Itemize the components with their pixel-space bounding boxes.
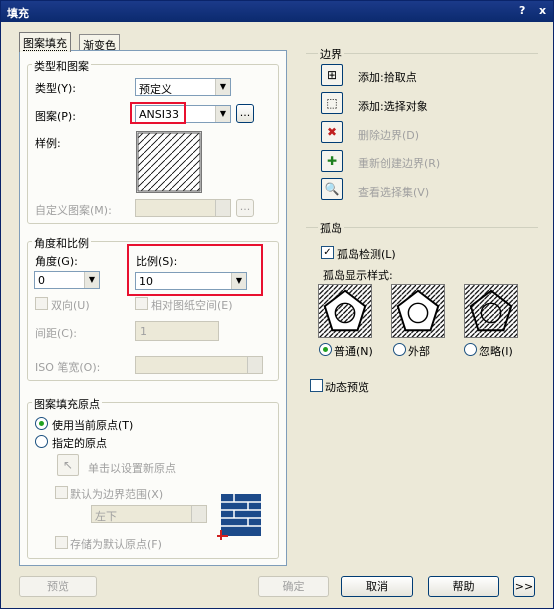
island-normal-preview[interactable]: [318, 284, 372, 338]
island-detect-label: 孤岛检测(L): [337, 248, 396, 261]
chevron-down-icon: [247, 357, 262, 373]
ok-button[interactable]: 确定: [258, 576, 329, 597]
select-objects-icon: ⬚: [326, 96, 338, 110]
relative-paper-checkbox[interactable]: [135, 297, 148, 310]
custom-pattern-label: 自定义图案(M):: [35, 204, 112, 217]
dynamic-preview-label: 动态预览: [325, 381, 369, 394]
sample-label: 样例:: [35, 137, 61, 150]
double-label: 双向(U): [51, 299, 90, 312]
chevron-down-icon: ▼: [215, 106, 230, 122]
add-select-objects-label: 添加:选择对象: [358, 100, 428, 113]
spacing-input[interactable]: 1: [135, 321, 219, 341]
chevron-down-icon: ▼: [215, 79, 230, 95]
search-icon: 🔍: [324, 182, 340, 196]
pattern-highlight-box: [130, 102, 186, 124]
store-default-label: 存储为默认原点(F): [70, 538, 162, 551]
preview-button[interactable]: 预览: [19, 576, 97, 597]
island-outer-preview[interactable]: [391, 284, 445, 338]
island-normal-radio[interactable]: [319, 343, 332, 356]
custom-pattern-select[interactable]: [135, 199, 231, 217]
default-extents-checkbox[interactable]: [55, 486, 68, 499]
remove-icon: ✖: [326, 125, 338, 139]
click-set-origin-button[interactable]: ↖: [57, 454, 79, 476]
recreate-icon: ✚: [326, 154, 338, 168]
use-current-origin-label: 使用当前原点(T): [52, 419, 134, 432]
specified-origin-label: 指定的原点: [52, 437, 107, 450]
island-outer-label: 外部: [408, 345, 430, 358]
help-button[interactable]: 帮助: [428, 576, 499, 597]
scale-select[interactable]: 10 ▼: [135, 272, 247, 290]
remove-boundaries-button[interactable]: ✖: [321, 121, 343, 143]
store-default-checkbox[interactable]: [55, 536, 68, 549]
custom-browse-button[interactable]: ...: [236, 199, 254, 217]
remove-boundaries-label: 删除边界(D): [358, 129, 420, 142]
pattern-browse-button[interactable]: ...: [236, 104, 254, 123]
pattern-label: 图案(P):: [35, 110, 76, 123]
origin-preview-icon: [217, 494, 261, 540]
island-normal-label: 普通(N): [334, 345, 373, 358]
more-options-button[interactable]: >>: [513, 576, 535, 597]
iso-pen-select[interactable]: [135, 356, 263, 374]
boundaries-legend: 边界: [318, 46, 344, 62]
default-extents-label: 默认为边界范围(X): [70, 488, 164, 501]
island-detect-checkbox[interactable]: ✓: [321, 246, 334, 259]
specified-origin-radio[interactable]: [35, 435, 48, 448]
island-style-label: 孤岛显示样式:: [323, 269, 393, 282]
angle-scale-legend: 角度和比例: [32, 235, 91, 251]
view-selections-button[interactable]: 🔍: [321, 178, 343, 200]
cancel-button[interactable]: 取消: [341, 576, 413, 597]
chevron-down-icon: ▼: [84, 272, 99, 288]
islands-legend: 孤岛: [318, 220, 344, 236]
add-select-objects-button[interactable]: ⬚: [321, 92, 343, 114]
chevron-down-icon: [191, 506, 206, 522]
type-pattern-legend: 类型和图案: [32, 58, 91, 74]
double-checkbox[interactable]: [35, 297, 48, 310]
chevron-down-icon: [215, 200, 230, 216]
spacing-label: 间距(C):: [35, 327, 77, 340]
recreate-boundary-label: 重新创建边界(R): [358, 157, 441, 170]
view-selections-label: 查看选择集(V): [358, 186, 430, 199]
iso-pen-label: ISO 笔宽(O):: [35, 361, 101, 374]
origin-position-select[interactable]: 左下: [91, 505, 207, 523]
chevron-down-icon: ▼: [231, 273, 246, 289]
island-ignore-radio[interactable]: [464, 343, 477, 356]
help-icon[interactable]: ?: [519, 4, 525, 17]
type-select[interactable]: 预定义 ▼: [135, 78, 231, 96]
relative-paper-label: 相对图纸空间(E): [151, 299, 233, 312]
pattern-sample-swatch[interactable]: [136, 131, 202, 193]
island-ignore-label: 忽略(I): [479, 345, 513, 358]
window-title: 填充: [7, 7, 29, 20]
title-bar: 填充 ? x: [1, 1, 553, 22]
angle-select[interactable]: 0 ▼: [34, 271, 100, 289]
dynamic-preview-checkbox[interactable]: [310, 379, 323, 392]
island-outer-radio[interactable]: [393, 343, 406, 356]
tab-hatch[interactable]: 图案填充: [19, 32, 71, 52]
pick-point-icon: ⊞: [326, 68, 338, 82]
recreate-boundary-button[interactable]: ✚: [321, 150, 343, 172]
click-set-origin-label: 单击以设置新原点: [88, 462, 176, 475]
add-pick-point-button[interactable]: ⊞: [321, 64, 343, 86]
type-label: 类型(Y):: [35, 82, 77, 95]
add-pick-point-label: 添加:拾取点: [358, 71, 417, 84]
close-icon[interactable]: x: [539, 4, 546, 17]
use-current-origin-radio[interactable]: [35, 417, 48, 430]
island-ignore-preview[interactable]: [464, 284, 518, 338]
angle-label: 角度(G):: [35, 255, 78, 268]
origin-legend: 图案填充原点: [32, 396, 102, 412]
pick-point-icon: ↖: [62, 458, 74, 472]
hatch-dialog: 填充 ? x 图案填充 渐变色 类型和图案 类型(Y): 预定义 ▼ 图案(P):…: [0, 0, 554, 609]
scale-label: 比例(S):: [136, 255, 178, 268]
